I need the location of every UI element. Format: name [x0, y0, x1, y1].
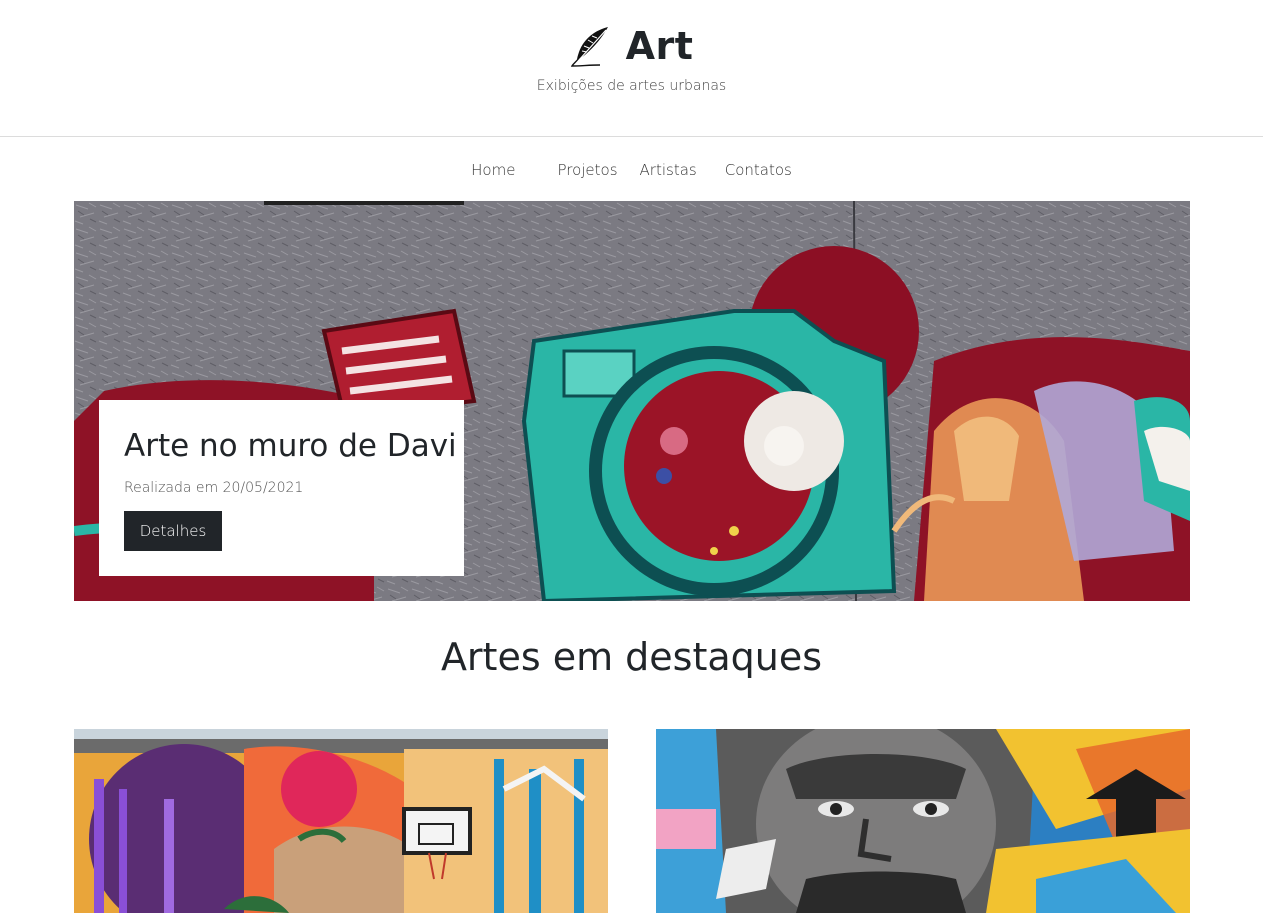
- featured-art-image: [74, 729, 608, 913]
- nav-link-artistas[interactable]: Artistas: [640, 161, 697, 179]
- nav-link-contatos[interactable]: Contatos: [725, 161, 792, 179]
- brand[interactable]: Art: [0, 22, 1263, 70]
- hero-card: Arte no muro de Davi Realizada em 20/05/…: [99, 400, 464, 576]
- site-tagline: Exibições de artes urbanas: [536, 78, 727, 94]
- hero-title: Arte no muro de Davi: [124, 428, 457, 464]
- main-nav: Home Projetos Artistas Contatos: [0, 150, 1263, 190]
- hero-date: Realizada em 20/05/2021: [124, 480, 304, 496]
- site-header: Art Exibições de artes urbanas: [0, 0, 1263, 136]
- featured-art-image: [656, 729, 1190, 913]
- nav-link-home[interactable]: Home: [471, 161, 515, 179]
- site-title: Art: [625, 24, 694, 68]
- featured-art-card[interactable]: [74, 729, 608, 913]
- details-button[interactable]: Detalhes: [124, 511, 222, 551]
- hero-banner: Arte no muro de Davi Realizada em 20/05/…: [74, 201, 1190, 601]
- nav-link-projetos[interactable]: Projetos: [557, 161, 617, 179]
- featured-art-card[interactable]: [656, 729, 1190, 913]
- featured-section-title: Artes em destaques: [440, 635, 823, 679]
- header-divider: [0, 136, 1263, 137]
- feather-icon: [570, 24, 612, 68]
